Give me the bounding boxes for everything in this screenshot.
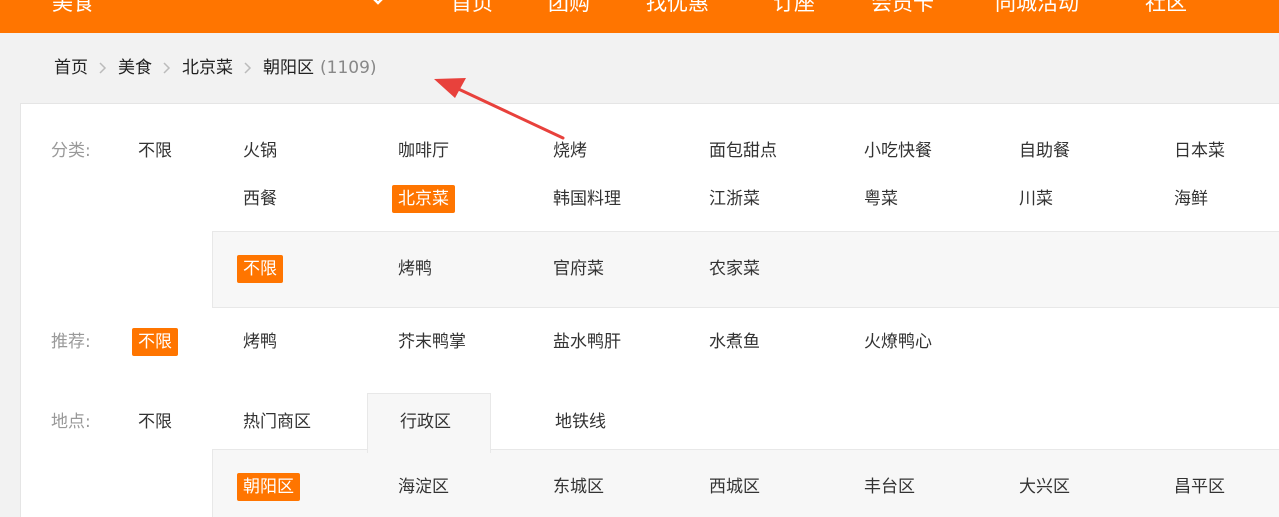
chevron-right-icon: [88, 56, 118, 80]
district-option[interactable]: 西城区: [709, 475, 760, 499]
category-option-selected[interactable]: 北京菜: [392, 185, 455, 213]
breadcrumb-home[interactable]: 首页: [54, 56, 88, 80]
subcategory-option[interactable]: 农家菜: [709, 257, 760, 281]
nav-link-city-events[interactable]: 同城活动: [995, 0, 1079, 18]
category-option[interactable]: 面包甜点: [709, 139, 777, 163]
category-option[interactable]: 粤菜: [864, 187, 898, 211]
category-label: 分类:: [51, 141, 91, 161]
breadcrumb: 首页 美食 北京菜 朝阳区 (1109): [54, 56, 377, 80]
recommend-label: 推荐:: [51, 332, 91, 352]
nav-link-community[interactable]: 社区: [1145, 0, 1187, 18]
breadcrumb-food[interactable]: 美食: [118, 56, 152, 80]
recommend-option-selected[interactable]: 不限: [132, 328, 178, 356]
district-option[interactable]: 海淀区: [398, 475, 449, 499]
nav-link-groupbuy[interactable]: 团购: [548, 0, 590, 18]
chevron-right-icon: [233, 56, 263, 80]
chevron-down-icon[interactable]: [369, 0, 387, 10]
subcategory-option[interactable]: 烤鸭: [398, 257, 432, 281]
recommend-option[interactable]: 盐水鸭肝: [553, 330, 621, 354]
subcategory-option[interactable]: 官府菜: [553, 257, 604, 281]
tab-subway-lines[interactable]: 地铁线: [555, 410, 606, 434]
recommend-option[interactable]: 芥末鸭掌: [398, 330, 466, 354]
nav-link-booking[interactable]: 订座: [773, 0, 815, 18]
breadcrumb-current: 朝阳区: [263, 58, 314, 78]
subcategory-option-selected[interactable]: 不限: [237, 255, 283, 283]
category-option[interactable]: 西餐: [243, 187, 277, 211]
district-option-selected[interactable]: 朝阳区: [237, 473, 300, 501]
category-option-all[interactable]: 不限: [138, 139, 172, 163]
city-channel-title[interactable]: 美食: [52, 0, 94, 18]
location-label: 地点:: [51, 412, 91, 432]
result-count: (1109): [320, 58, 377, 78]
district-option[interactable]: 大兴区: [1019, 475, 1070, 499]
category-option[interactable]: 川菜: [1019, 187, 1053, 211]
category-option[interactable]: 海鲜: [1174, 187, 1208, 211]
filter-panel: 分类: 不限 火锅 咖啡厅 烧烤 面包甜点 小吃快餐 自助餐 日本菜 西餐 北京…: [20, 103, 1279, 517]
tab-districts[interactable]: 行政区: [400, 410, 451, 434]
nav-link-deals[interactable]: 找优惠: [646, 0, 709, 18]
category-option[interactable]: 韩国料理: [553, 187, 621, 211]
category-option[interactable]: 自助餐: [1019, 139, 1070, 163]
category-option[interactable]: 日本菜: [1174, 139, 1225, 163]
district-option[interactable]: 丰台区: [864, 475, 915, 499]
category-option[interactable]: 小吃快餐: [864, 139, 932, 163]
nav-link-home[interactable]: 首页: [451, 0, 493, 18]
recommend-option[interactable]: 水煮鱼: [709, 330, 760, 354]
recommend-option[interactable]: 火燎鸭心: [864, 330, 932, 354]
district-option[interactable]: 昌平区: [1174, 475, 1225, 499]
chevron-right-icon: [152, 56, 182, 80]
top-nav-bar: 美食 首页 团购 找优惠 订座 会员卡 同城活动 社区: [0, 0, 1279, 33]
location-option-all[interactable]: 不限: [138, 410, 172, 434]
breadcrumb-beijing-cuisine[interactable]: 北京菜: [182, 56, 233, 80]
nav-link-member-card[interactable]: 会员卡: [871, 0, 934, 18]
category-option[interactable]: 火锅: [243, 139, 277, 163]
tab-hot-areas[interactable]: 热门商区: [243, 410, 311, 434]
category-option[interactable]: 咖啡厅: [398, 139, 449, 163]
category-option[interactable]: 江浙菜: [709, 187, 760, 211]
district-option[interactable]: 东城区: [553, 475, 604, 499]
category-option[interactable]: 烧烤: [553, 139, 587, 163]
recommend-option[interactable]: 烤鸭: [243, 330, 277, 354]
